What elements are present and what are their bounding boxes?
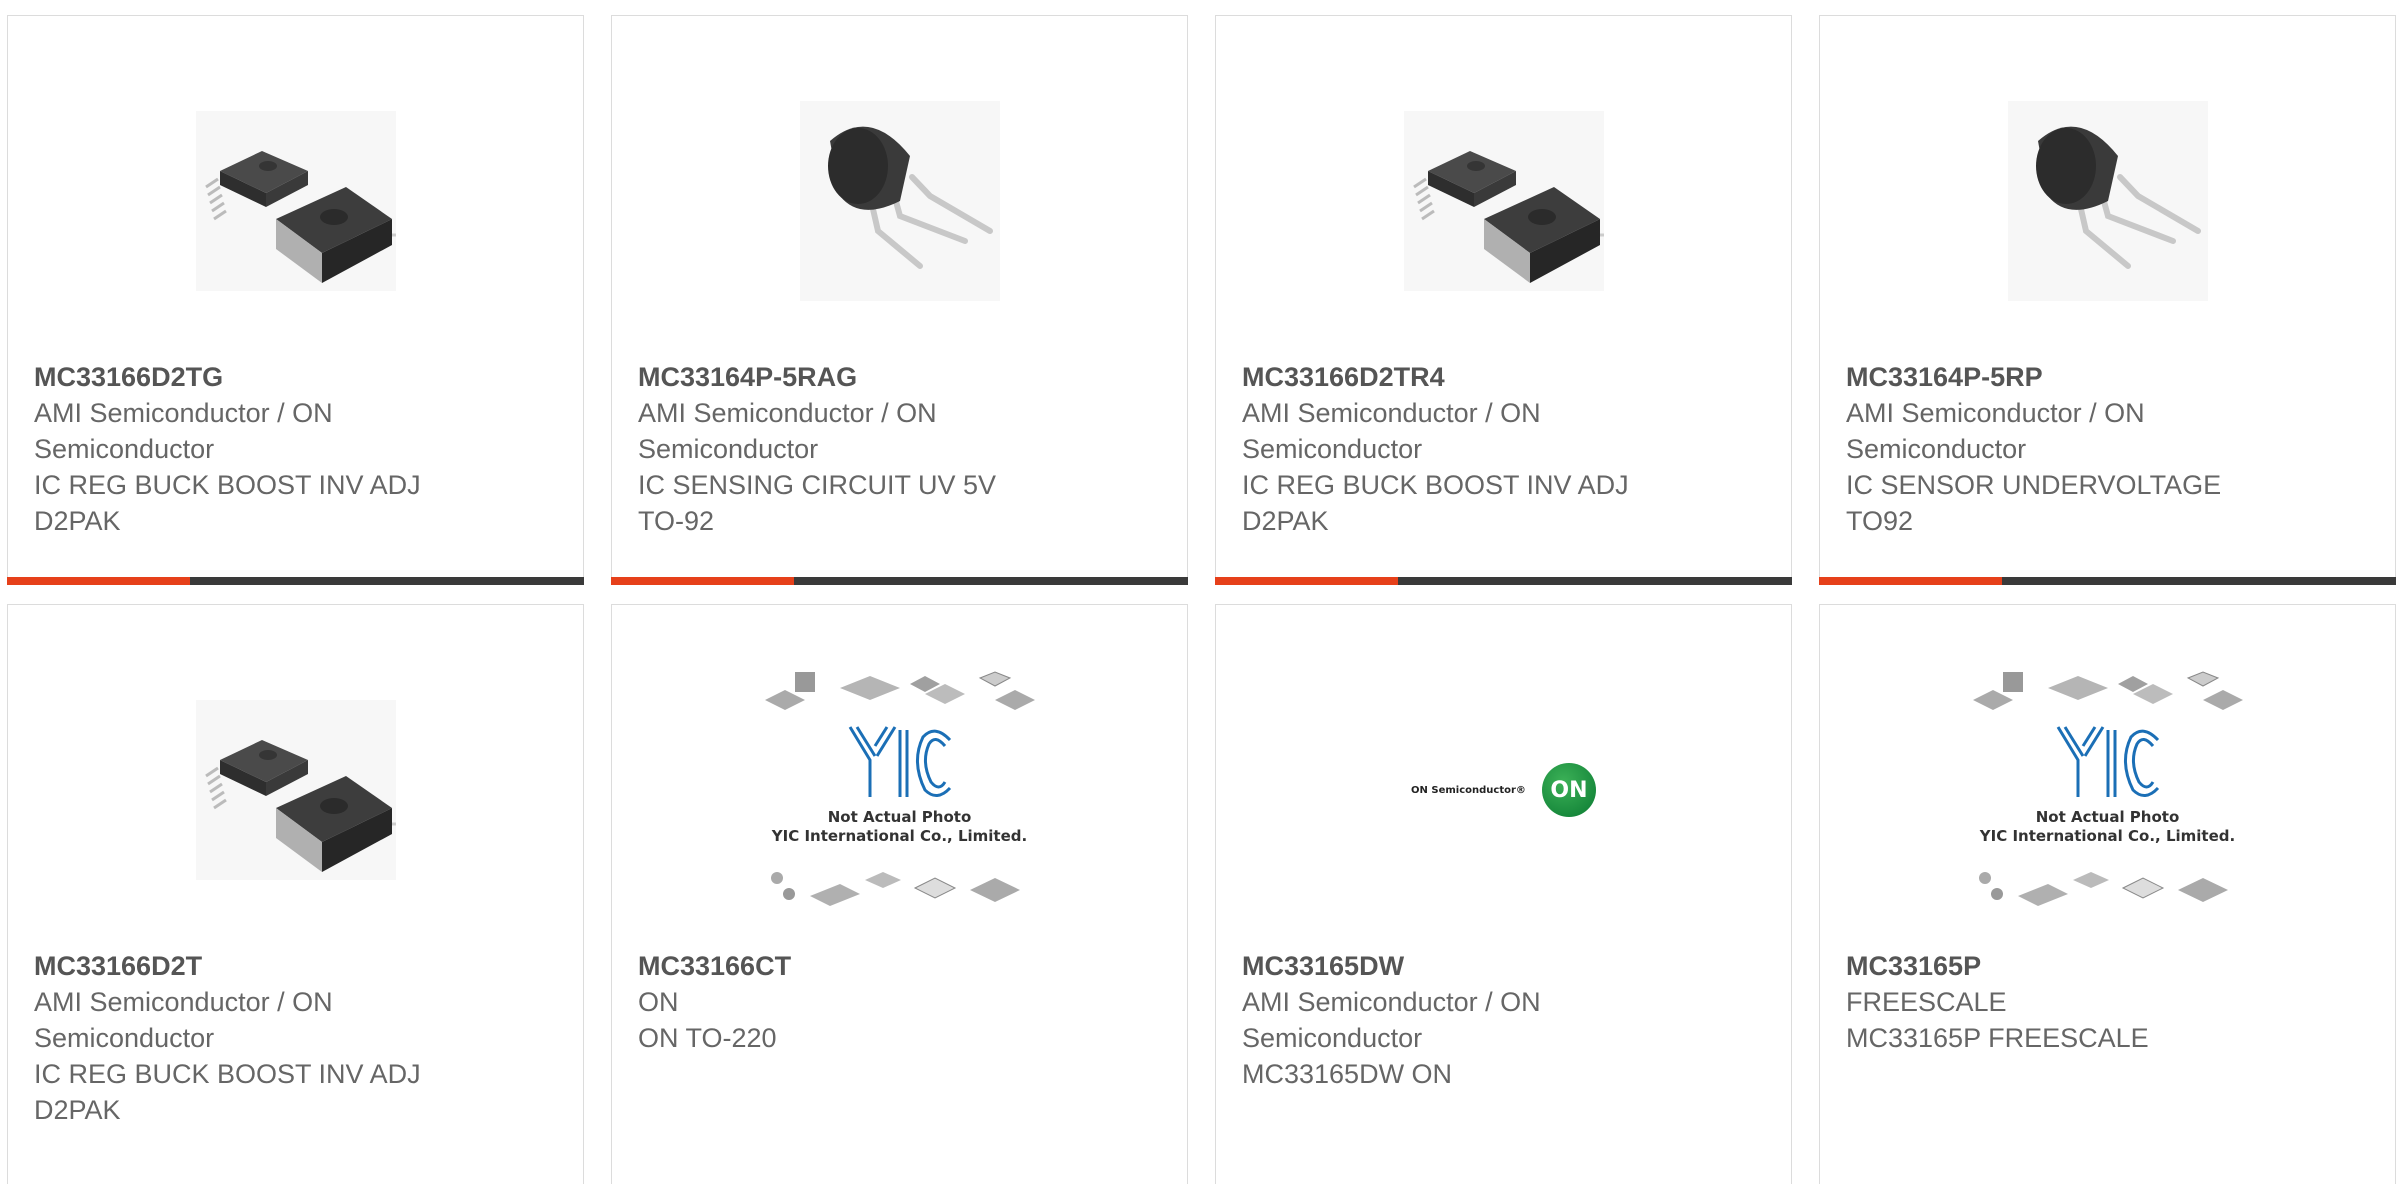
product-grid: MC33166D2TG AMI Semiconductor / ON Semic… bbox=[0, 0, 2400, 1184]
product-card[interactable]: MC33164P-5RAG AMI Semiconductor / ON Sem… bbox=[611, 15, 1188, 585]
product-card[interactable]: Not Actual Photo YIC International Co., … bbox=[611, 604, 1188, 1184]
product-image[interactable] bbox=[1216, 66, 1791, 336]
product-card[interactable]: MC33164P-5RP AMI Semiconductor / ON Semi… bbox=[1819, 15, 2396, 585]
part-number[interactable]: MC33166D2T bbox=[34, 948, 563, 984]
product-card[interactable]: MC33166D2T AMI Semiconductor / ON Semico… bbox=[7, 604, 584, 1184]
product-image[interactable] bbox=[8, 66, 583, 336]
product-card[interactable]: MC33166D2TR4 AMI Semiconductor / ON Semi… bbox=[1215, 15, 1792, 585]
to92-package-icon bbox=[799, 101, 1000, 301]
package: D2PAK bbox=[34, 506, 121, 536]
description: IC REG BUCK BOOST INV ADJ bbox=[34, 1059, 421, 1089]
description: MC33165DW ON bbox=[1242, 1059, 1453, 1089]
d2pak-package-icon bbox=[195, 700, 396, 880]
description: IC SENSING CIRCUIT UV 5V bbox=[638, 470, 997, 500]
package: D2PAK bbox=[1242, 506, 1329, 536]
card-underline bbox=[7, 577, 584, 585]
placeholder-caption: Not Actual Photo YIC International Co., … bbox=[1979, 808, 2236, 845]
manufacturer: AMI Semiconductor / ON Semiconductor bbox=[34, 987, 333, 1053]
package: D2PAK bbox=[34, 1095, 121, 1125]
manufacturer: AMI Semiconductor / ON Semiconductor bbox=[1846, 398, 2145, 464]
placeholder-caption: Not Actual Photo YIC International Co., … bbox=[771, 808, 1028, 845]
manufacturer: FREESCALE bbox=[1846, 987, 2007, 1017]
product-card[interactable]: Not Actual Photo YIC International Co., … bbox=[1819, 604, 2396, 1184]
manufacturer: AMI Semiconductor / ON Semiconductor bbox=[638, 398, 937, 464]
card-underline bbox=[1819, 577, 2396, 585]
card-underline bbox=[1215, 577, 1792, 585]
to92-package-icon bbox=[2007, 101, 2208, 301]
product-image[interactable] bbox=[1820, 66, 2395, 336]
product-image[interactable]: ON Semiconductor® ON bbox=[1216, 655, 1791, 925]
description: ON TO-220 bbox=[638, 1023, 777, 1053]
part-number[interactable]: MC33166D2TG bbox=[34, 359, 563, 395]
chip-collage-icon bbox=[770, 872, 1020, 906]
part-number[interactable]: MC33166CT bbox=[638, 948, 1167, 984]
part-number[interactable]: MC33165DW bbox=[1242, 948, 1771, 984]
description: IC SENSOR UNDERVOLTAGE bbox=[1846, 470, 2222, 500]
description: MC33165P FREESCALE bbox=[1846, 1023, 2149, 1053]
manufacturer: AMI Semiconductor / ON Semiconductor bbox=[1242, 398, 1541, 464]
product-image[interactable] bbox=[8, 655, 583, 925]
product-card[interactable]: ON Semiconductor® ON MC33165DW AMI Semic… bbox=[1215, 604, 1792, 1184]
card-underline bbox=[611, 577, 1188, 585]
part-number[interactable]: MC33165P bbox=[1846, 948, 2375, 984]
product-card[interactable]: MC33166D2TG AMI Semiconductor / ON Semic… bbox=[7, 15, 584, 585]
description: IC REG BUCK BOOST INV ADJ bbox=[1242, 470, 1629, 500]
product-image[interactable]: Not Actual Photo YIC International Co., … bbox=[612, 655, 1187, 925]
chip-collage-icon bbox=[1972, 671, 2243, 710]
chip-collage-icon bbox=[1978, 872, 2228, 906]
yic-logo bbox=[1973, 722, 2243, 807]
on-semiconductor-logo: ON Semiconductor® ON bbox=[1411, 763, 1596, 817]
manufacturer: AMI Semiconductor / ON Semiconductor bbox=[1242, 987, 1541, 1053]
manufacturer: AMI Semiconductor / ON Semiconductor bbox=[34, 398, 333, 464]
package: TO92 bbox=[1846, 506, 1914, 536]
d2pak-package-icon bbox=[1403, 111, 1604, 291]
product-image[interactable]: Not Actual Photo YIC International Co., … bbox=[1820, 655, 2395, 925]
description: IC REG BUCK BOOST INV ADJ bbox=[34, 470, 421, 500]
part-number[interactable]: MC33164P-5RP bbox=[1846, 359, 2375, 395]
d2pak-package-icon bbox=[195, 111, 396, 291]
yic-placeholder-image: Not Actual Photo YIC International Co., … bbox=[764, 670, 1035, 910]
yic-placeholder-image: Not Actual Photo YIC International Co., … bbox=[1972, 670, 2243, 910]
part-number[interactable]: MC33164P-5RAG bbox=[638, 359, 1167, 395]
product-image[interactable] bbox=[612, 66, 1187, 336]
part-number[interactable]: MC33166D2TR4 bbox=[1242, 359, 1771, 395]
manufacturer: ON bbox=[638, 987, 679, 1017]
on-logo-mark: ON bbox=[1541, 763, 1596, 817]
chip-collage-icon bbox=[764, 671, 1035, 710]
yic-logo bbox=[765, 722, 1035, 807]
package: TO-92 bbox=[638, 506, 715, 536]
